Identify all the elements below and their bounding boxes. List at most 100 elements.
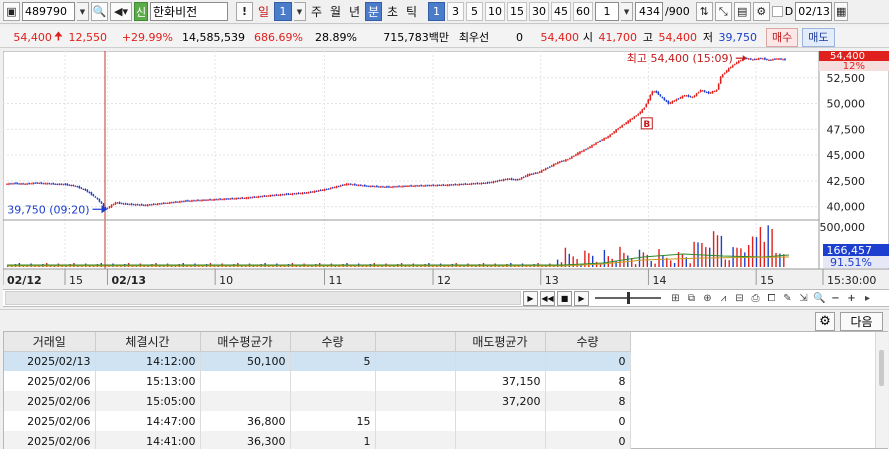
cell-sell-qty: 0 bbox=[545, 351, 631, 371]
cell-empty bbox=[375, 391, 456, 411]
indicator-icon[interactable]: ⇅ bbox=[695, 2, 713, 21]
candle-body bbox=[347, 183, 350, 185]
header-trade-date[interactable]: 거래일 bbox=[4, 332, 96, 352]
interval-30[interactable]: 30 bbox=[529, 2, 550, 21]
crosshair-icon[interactable]: ⊕ bbox=[700, 291, 715, 306]
period-tick[interactable]: 틱 bbox=[403, 2, 420, 21]
zoom-slider[interactable] bbox=[595, 292, 661, 304]
candle-body bbox=[645, 103, 648, 107]
candle-body bbox=[90, 192, 93, 195]
cell-trade-date: 2025/02/06 bbox=[4, 391, 96, 411]
period-second[interactable]: 초 bbox=[384, 2, 401, 21]
edit-icon[interactable]: ✎ bbox=[780, 291, 795, 306]
header-buy-qty[interactable]: 수량 bbox=[290, 332, 376, 352]
candle-body bbox=[140, 204, 143, 206]
stock-code-dropdown[interactable]: ▼ bbox=[77, 2, 89, 21]
interval-60[interactable]: 60 bbox=[573, 2, 594, 21]
cell-exec-time: 14:47:00 bbox=[95, 411, 201, 431]
stock-name-field[interactable]: 한화비전 bbox=[150, 2, 228, 21]
volume-ratio: 686.69% bbox=[254, 30, 303, 44]
interval-1[interactable]: 1 bbox=[428, 2, 446, 21]
period-week[interactable]: 주 bbox=[308, 2, 325, 21]
print-icon[interactable]: ⎙ bbox=[748, 291, 763, 306]
chart-type-icon[interactable]: ⩘ bbox=[716, 291, 731, 306]
export-icon[interactable]: ⇲ bbox=[796, 291, 811, 306]
stop-button[interactable]: ■ bbox=[557, 290, 572, 306]
grid-vertical-scrollbar[interactable] bbox=[875, 332, 888, 448]
candle-body bbox=[30, 183, 32, 185]
candle-body bbox=[655, 90, 658, 93]
candle-body bbox=[575, 154, 577, 156]
date-input[interactable]: 02/13 bbox=[795, 2, 833, 21]
next-button[interactable]: 다음 bbox=[840, 312, 883, 331]
interval-5[interactable]: 5 bbox=[466, 2, 484, 21]
header-sell-avg[interactable]: 매도평균가 bbox=[455, 332, 546, 352]
grid-scroll-thumb[interactable] bbox=[879, 350, 884, 386]
gear-icon[interactable]: ⚙ bbox=[815, 312, 835, 331]
table-row[interactable]: 2025/02/06 14:47:00 36,800 15 0 bbox=[4, 411, 631, 431]
copy-icon[interactable]: ⧠ bbox=[764, 291, 779, 306]
warning-button[interactable]: ! bbox=[236, 2, 253, 21]
table-row[interactable]: 2025/02/06 15:13:00 37,150 8 bbox=[4, 371, 631, 391]
stock-code-input[interactable]: 489790 bbox=[22, 2, 75, 21]
header-buy-avg[interactable]: 매수평균가 bbox=[200, 332, 291, 352]
custom-interval-dropdown[interactable]: ▼ bbox=[621, 2, 634, 21]
candle-body bbox=[325, 189, 328, 191]
zoom-in-icon[interactable]: + bbox=[844, 291, 859, 306]
candle-body bbox=[548, 166, 551, 168]
custom-interval-input[interactable]: 1 bbox=[595, 2, 620, 21]
chart-canvas[interactable]: 최고 54,400 (15:09) 최저 39,750 (09:20) B 52,5… bbox=[0, 50, 889, 289]
candle-body bbox=[468, 183, 471, 185]
buy-button[interactable]: 매수 bbox=[766, 27, 799, 47]
cell-trade-date: 2025/02/06 bbox=[4, 371, 96, 391]
cell-buy-qty bbox=[290, 391, 376, 411]
period-year[interactable]: 년 bbox=[346, 2, 363, 21]
zoom-search-icon[interactable]: 🔍 bbox=[812, 291, 827, 306]
cell-empty bbox=[375, 371, 456, 391]
candle-body bbox=[420, 185, 422, 187]
draw-tools-icon[interactable]: ⤡ bbox=[714, 2, 732, 21]
chart-scrollbar[interactable] bbox=[5, 291, 521, 305]
window-icon[interactable]: ⧉ bbox=[684, 291, 699, 306]
play-button[interactable]: ▶ bbox=[574, 290, 589, 306]
layout-grid-icon[interactable]: ⊞ bbox=[668, 291, 683, 306]
table-row[interactable]: 2025/02/13 14:12:00 50,100 5 0 bbox=[4, 351, 631, 371]
candle-body bbox=[44, 183, 46, 185]
period-day-value[interactable]: 1 bbox=[274, 2, 292, 21]
table-row[interactable]: 2025/02/06 14:41:00 36,300 1 0 bbox=[4, 431, 631, 449]
candle-body bbox=[227, 198, 229, 200]
candle-body bbox=[721, 74, 724, 78]
period-day[interactable]: 일 bbox=[255, 2, 272, 21]
candle-body bbox=[94, 196, 97, 198]
scroll-right-button[interactable]: ▶ bbox=[523, 290, 538, 306]
period-day-dropdown[interactable]: ▼ bbox=[294, 2, 306, 21]
layout-icon[interactable]: ▣ bbox=[3, 2, 20, 21]
calendar-icon[interactable]: ▦ bbox=[834, 2, 849, 21]
candle-count-input[interactable]: 434 bbox=[635, 2, 664, 21]
sell-button[interactable]: 매도 bbox=[802, 27, 835, 47]
compare-icon[interactable]: ⊟ bbox=[732, 291, 747, 306]
zoom-slider-thumb[interactable] bbox=[627, 292, 630, 304]
settings-icon[interactable]: ⚙ bbox=[752, 2, 770, 21]
search-icon[interactable]: 🔍 bbox=[91, 2, 108, 21]
candle-body bbox=[203, 199, 205, 201]
candle-body bbox=[697, 92, 700, 94]
interval-15[interactable]: 15 bbox=[507, 2, 528, 21]
save-icon[interactable]: ▤ bbox=[733, 2, 751, 21]
table-row[interactable]: 2025/02/06 15:05:00 37,200 8 bbox=[4, 391, 631, 411]
interval-3[interactable]: 3 bbox=[447, 2, 465, 21]
candle-body bbox=[265, 195, 268, 197]
scroll-end-icon[interactable]: ▸ bbox=[860, 291, 875, 306]
candle-body bbox=[315, 190, 318, 192]
rewind-button[interactable]: ◀◀ bbox=[540, 290, 555, 306]
period-minute[interactable]: 분 bbox=[365, 2, 383, 21]
speaker-icon[interactable]: ◀▾ bbox=[110, 2, 132, 21]
interval-45[interactable]: 45 bbox=[551, 2, 572, 21]
period-month[interactable]: 월 bbox=[327, 2, 344, 21]
zoom-out-icon[interactable]: − bbox=[828, 291, 843, 306]
price-chart[interactable]: 최고 54,400 (15:09) 최저 39,750 (09:20) B 52,5… bbox=[0, 50, 889, 307]
date-checkbox[interactable] bbox=[771, 6, 783, 17]
header-sell-qty[interactable]: 수량 bbox=[545, 332, 631, 352]
interval-10[interactable]: 10 bbox=[485, 2, 506, 21]
header-exec-time[interactable]: 체결시간 bbox=[95, 332, 201, 352]
